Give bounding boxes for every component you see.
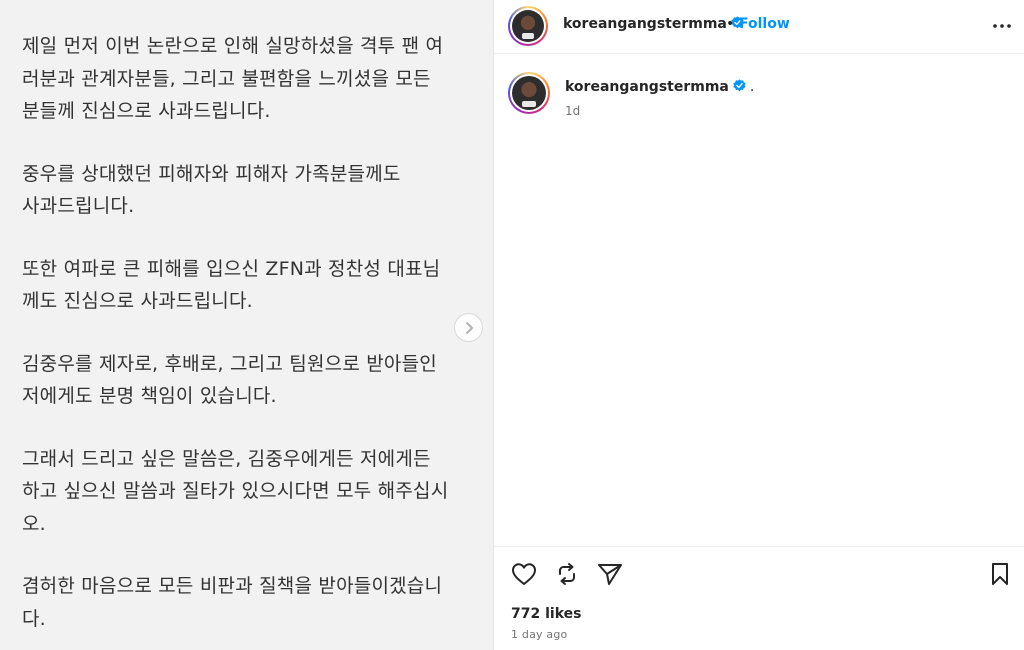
post-timestamp[interactable]: 1 day ago bbox=[511, 628, 567, 641]
post-side-panel: koreangangstermma • Follow koreangangste… bbox=[494, 0, 1024, 650]
like-button[interactable] bbox=[510, 560, 538, 588]
paragraph-5: 그래서 드리고 싶은 말씀은, 김중우에게든 저에게든 하고 싶으신 말씀과 질… bbox=[22, 447, 449, 535]
caption-username[interactable]: koreangangstermma bbox=[565, 79, 729, 95]
verified-badge-icon bbox=[733, 79, 746, 92]
post-image-text: 제일 먼저 이번 논란으로 인해 실망하셨을 격투 팬 여 러분과 관계자분들,… bbox=[22, 30, 477, 650]
next-slide-button[interactable] bbox=[454, 313, 483, 342]
avatar[interactable] bbox=[508, 6, 548, 46]
post-image[interactable]: 제일 먼저 이번 논란으로 인해 실망하셨을 격투 팬 여 러분과 관계자분들,… bbox=[0, 0, 493, 650]
post-header: koreangangstermma • Follow bbox=[494, 0, 1024, 54]
save-button[interactable] bbox=[986, 560, 1014, 588]
caption-text: . bbox=[749, 79, 755, 95]
repost-button[interactable] bbox=[553, 560, 581, 588]
bookmark-icon bbox=[992, 563, 1008, 585]
paragraph-2: 중우를 상대했던 피해자와 피해자 가족분들께도 사과드립니다. bbox=[22, 162, 401, 218]
share-icon bbox=[598, 564, 622, 585]
likes-count[interactable]: 772 likes bbox=[511, 606, 581, 622]
paragraph-1: 제일 먼저 이번 논란으로 인해 실망하셨을 격투 팬 여 러분과 관계자분들,… bbox=[22, 35, 444, 122]
heart-icon bbox=[512, 563, 536, 585]
more-options-icon bbox=[993, 24, 1011, 28]
caption-line: koreangangstermma. bbox=[565, 79, 754, 95]
paragraph-4: 김중우를 제자로, 후배로, 그리고 팀원으로 받아들인 저에게도 분명 책임이… bbox=[22, 352, 437, 408]
actions-divider bbox=[494, 546, 1024, 547]
follow-button[interactable]: Follow bbox=[739, 16, 790, 32]
share-button[interactable] bbox=[596, 560, 624, 588]
caption-timestamp[interactable]: 1d bbox=[565, 104, 580, 118]
caption-avatar[interactable] bbox=[508, 72, 550, 114]
more-options-button[interactable] bbox=[990, 14, 1014, 38]
paragraph-3: 또한 여파로 큰 피해를 입으신 ZFN과 정찬성 대표님 께도 진심으로 사과… bbox=[22, 257, 441, 313]
repost-icon bbox=[559, 563, 575, 585]
chevron-right-icon bbox=[465, 321, 473, 334]
header-username[interactable]: koreangangstermma bbox=[563, 16, 744, 32]
separator-dot: • bbox=[726, 16, 735, 32]
paragraph-6: 겸허한 마음으로 모든 비판과 질책을 받아들이겠습니 다. bbox=[22, 575, 443, 630]
